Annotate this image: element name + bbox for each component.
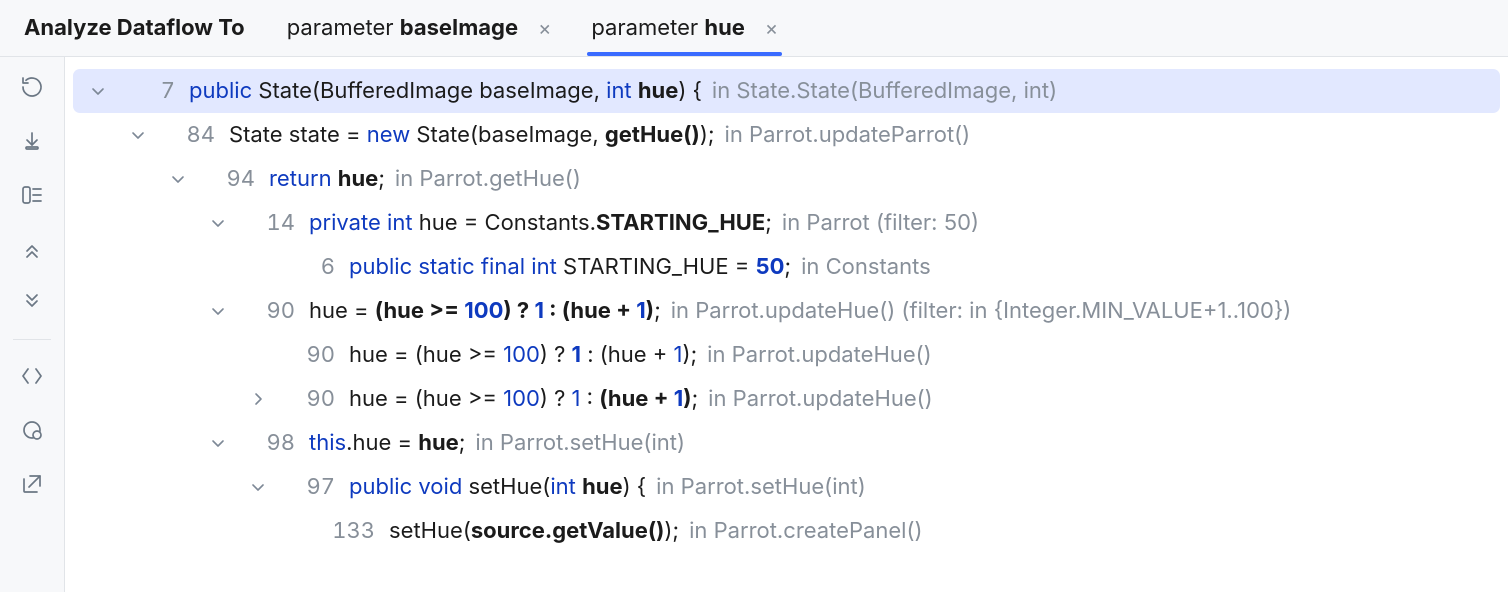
chevron-right-icon[interactable] [245, 391, 271, 407]
line-number: 6 [271, 254, 349, 280]
close-icon[interactable]: × [528, 18, 551, 38]
tab-label: parameter hue [591, 15, 745, 41]
tree-row[interactable]: 97public void setHue(int hue) {in Parrot… [73, 465, 1500, 509]
code-snippet: State state = new State(baseImage, getHu… [229, 122, 715, 148]
line-number: 133 [311, 518, 389, 544]
tabs: parameter baseImage × parameter hue × [269, 0, 796, 56]
line-number: 14 [231, 210, 309, 236]
tree-row[interactable]: 90hue = (hue >= 100) ? 1 : (hue + 1);in … [73, 377, 1500, 421]
tab-hue[interactable]: parameter hue × [573, 0, 796, 56]
location-label: in Constants [791, 254, 931, 280]
location-label: in State.State(BufferedImage, int) [702, 78, 1057, 104]
tree-row[interactable]: 90hue = (hue >= 100) ? 1 : (hue + 1);in … [73, 333, 1500, 377]
location-label: in Parrot.createPanel() [679, 518, 922, 544]
location-label: in Parrot.setHue(int) [465, 430, 685, 456]
code-snippet: hue = (hue >= 100) ? 1 : (hue + 1); [349, 386, 698, 412]
location-label: in Parrot.setHue(int) [646, 474, 866, 500]
tree-row[interactable]: 133setHue(source.getValue());in Parrot.c… [73, 509, 1500, 553]
rerun-icon[interactable] [12, 67, 52, 107]
tree-row[interactable]: 90hue = (hue >= 100) ? 1 : (hue + 1);in … [73, 289, 1500, 333]
code-snippet: hue = (hue >= 100) ? 1 : (hue + 1); [309, 298, 661, 324]
chevron-down-icon[interactable] [125, 127, 151, 143]
code-snippet: hue = (hue >= 100) ? 1 : (hue + 1); [349, 342, 697, 368]
line-number: 90 [271, 342, 349, 368]
chevron-down-icon[interactable] [205, 303, 231, 319]
group-icon[interactable] [12, 175, 52, 215]
line-number: 97 [271, 474, 349, 500]
toolbar-sidebar [0, 57, 65, 592]
dataflow-tree[interactable]: 7public State(BufferedImage baseImage, i… [65, 57, 1508, 592]
chevron-down-icon[interactable] [205, 435, 231, 451]
chevron-down-icon[interactable] [165, 171, 191, 187]
location-label: in Parrot.updateHue() (filter: in {Integ… [661, 298, 1292, 324]
code-snippet: public void setHue(int hue) { [349, 474, 646, 500]
line-number: 94 [191, 166, 269, 192]
code-snippet: setHue(source.getValue()); [389, 518, 679, 544]
code-snippet: this.hue = hue; [309, 430, 465, 456]
prev-icon[interactable] [12, 229, 52, 269]
tree-row[interactable]: 84State state = new State(baseImage, get… [73, 113, 1500, 157]
location-label: in Parrot.updateParrot() [715, 122, 971, 148]
body: 7public State(BufferedImage baseImage, i… [0, 57, 1508, 592]
line-number: 90 [231, 298, 309, 324]
location-label: in Parrot.updateHue() [698, 386, 933, 412]
tree-row[interactable]: 98this.hue = hue;in Parrot.setHue(int) [73, 421, 1500, 465]
code-snippet: public static final int STARTING_HUE = 5… [349, 254, 791, 280]
line-number: 84 [151, 122, 229, 148]
next-icon[interactable] [12, 283, 52, 323]
chevron-down-icon[interactable] [245, 479, 271, 495]
chevron-down-icon[interactable] [85, 83, 111, 99]
chevron-down-icon[interactable] [205, 215, 231, 231]
code-snippet: private int hue = Constants.STARTING_HUE… [309, 210, 772, 236]
tool-window-title: Analyze Dataflow To [10, 15, 269, 41]
tree-row[interactable]: 6public static final int STARTING_HUE = … [73, 245, 1500, 289]
location-label: in Parrot.updateHue() [697, 342, 932, 368]
preview-icon[interactable] [12, 356, 52, 396]
tool-window-header: Analyze Dataflow To parameter baseImage ×… [0, 0, 1508, 57]
open-external-icon[interactable] [12, 464, 52, 504]
tab-label: parameter baseImage [287, 15, 518, 41]
flatten-icon[interactable] [12, 121, 52, 161]
toolbar-separator [13, 339, 51, 340]
tree-row[interactable]: 94return hue;in Parrot.getHue() [73, 157, 1500, 201]
line-number: 7 [111, 78, 189, 104]
breakpoints-icon[interactable] [12, 410, 52, 450]
location-label: in Parrot.getHue() [385, 166, 581, 192]
close-icon[interactable]: × [755, 18, 778, 38]
line-number: 90 [271, 386, 349, 412]
location-label: in Parrot (filter: 50) [772, 210, 979, 236]
tab-baseImage[interactable]: parameter baseImage × [269, 0, 570, 56]
tree-row[interactable]: 7public State(BufferedImage baseImage, i… [73, 69, 1500, 113]
code-snippet: return hue; [269, 166, 385, 192]
line-number: 98 [231, 430, 309, 456]
code-snippet: public State(BufferedImage baseImage, in… [189, 78, 702, 104]
tree-row[interactable]: 14private int hue = Constants.STARTING_H… [73, 201, 1500, 245]
